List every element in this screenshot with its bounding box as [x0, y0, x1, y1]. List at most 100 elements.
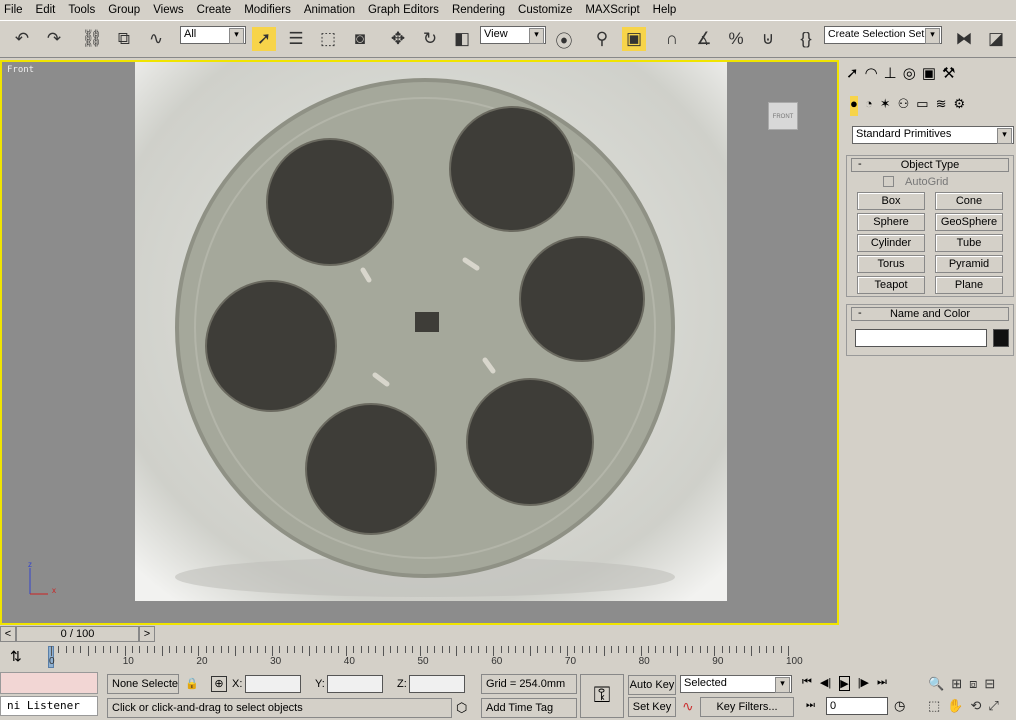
default-tangents-icon[interactable]: ∿	[682, 698, 694, 715]
autogrid-checkbox[interactable]	[883, 176, 894, 187]
mirror-icon[interactable]: ⧓	[952, 27, 976, 51]
redo-icon[interactable]: ↷	[42, 27, 66, 51]
object-name-input[interactable]	[855, 329, 987, 347]
set-key-icon[interactable]: ⚿	[580, 674, 624, 718]
motion-tab-icon[interactable]: ◎	[903, 64, 916, 88]
viewcube[interactable]: FRONT	[768, 102, 798, 130]
snaps-icon[interactable]: ∩	[660, 27, 684, 51]
absolute-mode-transform-icon[interactable]: ⊕	[211, 676, 227, 692]
z-coordinate-input[interactable]	[409, 675, 465, 693]
lights-icon[interactable]: ✶	[880, 96, 891, 116]
cone-button[interactable]: Cone	[935, 192, 1003, 210]
menu-views[interactable]: Views	[153, 4, 183, 16]
utilities-tab-icon[interactable]: ⚒	[942, 64, 955, 88]
menu-modifiers[interactable]: Modifiers	[244, 4, 291, 16]
current-frame-input[interactable]: 0	[826, 697, 888, 715]
menu-customize[interactable]: Customize	[518, 4, 572, 16]
pyramid-button[interactable]: Pyramid	[935, 255, 1003, 273]
geometry-icon[interactable]: ●	[850, 96, 858, 116]
percent-snap-icon[interactable]: %	[724, 27, 748, 51]
maxscript-mini-listener[interactable]: ni Listener	[0, 696, 98, 716]
hierarchy-tab-icon[interactable]: ⊥	[884, 64, 897, 88]
selection-lock-icon[interactable]: 🔒	[185, 677, 199, 690]
y-coordinate-input[interactable]	[327, 675, 383, 693]
track-bar[interactable]: ⇅ 0 10 20 30 40 50 60 70 80 90 100	[0, 644, 838, 670]
pivot-center-icon[interactable]: ⦿	[552, 27, 576, 51]
select-manipulate-icon[interactable]: ⚲	[590, 27, 614, 51]
spinner-snap-icon[interactable]: ⊍	[756, 27, 780, 51]
viewport-label[interactable]: Front	[7, 65, 34, 75]
primitive-category-dropdown[interactable]: Standard Primitives	[852, 126, 1014, 144]
zoom-icon[interactable]: 🔍	[928, 676, 944, 692]
menu-edit[interactable]: Edit	[36, 4, 56, 16]
helpers-icon[interactable]: ▭	[916, 96, 928, 116]
teapot-button[interactable]: Teapot	[857, 276, 925, 294]
create-tab-icon[interactable]: ➚	[846, 64, 859, 88]
time-next-button[interactable]: >	[139, 626, 155, 642]
menu-maxscript[interactable]: MAXScript	[585, 4, 639, 16]
name-color-header[interactable]: - Name and Color	[851, 307, 1009, 321]
sphere-button[interactable]: Sphere	[857, 213, 925, 231]
zoom-extents-icon[interactable]: ⧈	[969, 676, 977, 692]
rectangular-selection-icon[interactable]: ⬚	[316, 27, 340, 51]
tube-button[interactable]: Tube	[935, 234, 1003, 252]
bind-spacewarp-icon[interactable]: ∿	[144, 27, 168, 51]
edit-named-selection-icon[interactable]: {}	[794, 27, 818, 51]
set-key-button[interactable]: Set Key	[628, 697, 676, 717]
reference-coord-dropdown[interactable]: View	[480, 26, 546, 44]
play-icon[interactable]: ▶	[839, 676, 850, 691]
time-configuration-icon[interactable]: ◷	[894, 698, 905, 714]
box-button[interactable]: Box	[857, 192, 925, 210]
auto-key-button[interactable]: Auto Key	[628, 675, 676, 695]
key-mode-toggle-icon[interactable]: ⏭	[806, 700, 815, 711]
maxscript-mini-listener-pink[interactable]	[0, 672, 98, 694]
modify-tab-icon[interactable]: ◠	[865, 64, 878, 88]
menu-tools[interactable]: Tools	[68, 4, 95, 16]
cylinder-button[interactable]: Cylinder	[857, 234, 925, 252]
menu-file[interactable]: File	[4, 4, 23, 16]
menu-rendering[interactable]: Rendering	[452, 4, 505, 16]
angle-snap-icon[interactable]: ∡	[692, 27, 716, 51]
scale-icon[interactable]: ◧	[450, 27, 474, 51]
key-mode-dropdown[interactable]: Selected	[680, 675, 792, 693]
maximize-viewport-icon[interactable]: ⤢	[988, 698, 998, 714]
display-tab-icon[interactable]: ▣	[922, 64, 936, 88]
unlink-icon[interactable]: ⧉	[112, 27, 136, 51]
undo-icon[interactable]: ↶	[10, 27, 34, 51]
geosphere-button[interactable]: GeoSphere	[935, 213, 1003, 231]
menu-help[interactable]: Help	[653, 4, 677, 16]
torus-button[interactable]: Torus	[857, 255, 925, 273]
add-time-tag-button[interactable]: Add Time Tag	[481, 698, 577, 718]
select-by-name-icon[interactable]: ☰	[284, 27, 308, 51]
time-prev-button[interactable]: <	[0, 626, 16, 642]
keyboard-shortcut-toggle-icon[interactable]: ▣	[622, 27, 646, 51]
menu-create[interactable]: Create	[197, 4, 232, 16]
zoom-all-icon[interactable]: ⊞	[951, 676, 962, 692]
next-frame-icon[interactable]: |▶	[858, 676, 869, 691]
named-selection-dropdown[interactable]: Create Selection Set	[824, 26, 942, 44]
region-zoom-icon[interactable]: ⬚	[928, 698, 940, 714]
shapes-icon[interactable]: ◔	[865, 96, 873, 116]
align-icon[interactable]: ◪	[984, 27, 1008, 51]
menu-animation[interactable]: Animation	[304, 4, 355, 16]
spacewarps-icon[interactable]: ≋	[936, 96, 947, 116]
selection-filter-dropdown[interactable]: All	[180, 26, 246, 44]
time-slider-thumb[interactable]: 0 / 100	[16, 626, 139, 642]
link-icon[interactable]: ⛓	[80, 27, 104, 51]
object-color-swatch[interactable]	[993, 329, 1009, 347]
go-to-start-icon[interactable]: ⏮	[802, 676, 812, 691]
object-type-header[interactable]: - Object Type	[851, 158, 1009, 172]
menu-group[interactable]: Group	[108, 4, 140, 16]
front-viewport[interactable]: Front FRONT z x	[0, 60, 839, 625]
previous-frame-icon[interactable]: ◀|	[820, 676, 831, 691]
pan-icon[interactable]: ✋	[947, 698, 963, 714]
x-coordinate-input[interactable]	[245, 675, 301, 693]
go-to-end-icon[interactable]: ⏭	[877, 676, 887, 691]
zoom-extents-all-icon[interactable]: ⊟	[984, 676, 995, 692]
window-crossing-icon[interactable]: ◙	[348, 27, 372, 51]
menu-graph-editors[interactable]: Graph Editors	[368, 4, 439, 16]
rotate-icon[interactable]: ↻	[418, 27, 442, 51]
plane-button[interactable]: Plane	[935, 276, 1003, 294]
arc-rotate-icon[interactable]: ⟲	[970, 698, 981, 714]
select-object-icon[interactable]: ➚	[252, 27, 276, 51]
